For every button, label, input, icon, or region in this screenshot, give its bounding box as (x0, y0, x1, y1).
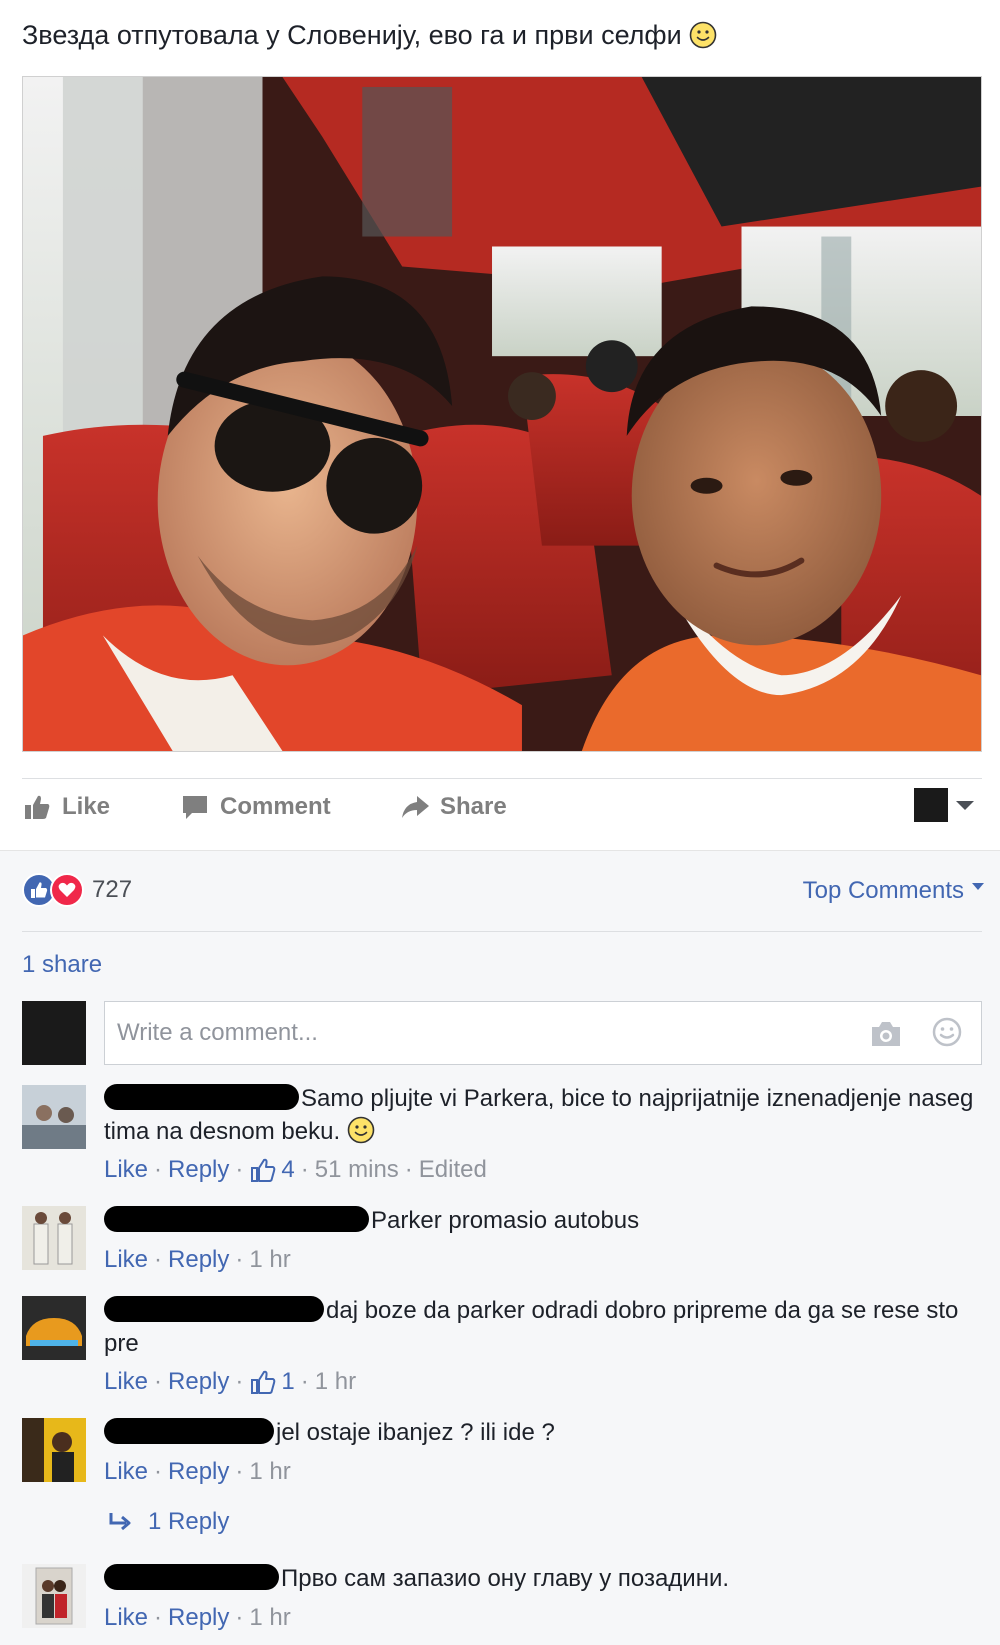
comment-text-content: jel ostaje ibanjez ? ili ide ? (276, 1419, 555, 1446)
speech-bubble-icon (183, 796, 207, 819)
comment-button[interactable]: Comment (180, 792, 331, 822)
comment-reply-link[interactable]: Reply (168, 1458, 229, 1486)
comment-like-link[interactable]: Like (104, 1604, 148, 1632)
action-bar-divider (22, 778, 982, 779)
redacted-author (104, 1296, 324, 1322)
selfie-image (23, 77, 981, 751)
comment-text-content: Parker promasio autobus (371, 1207, 640, 1234)
comment-like-count[interactable]: 1 (281, 1368, 294, 1396)
page-avatar (914, 788, 948, 822)
share-button[interactable]: Share (400, 792, 507, 822)
smiley-icon (347, 1116, 375, 1144)
share-count-link[interactable]: 1 share (22, 951, 102, 979)
comment-text: Прво сам запазио ону главу у позадини. (104, 1562, 974, 1595)
avatar (22, 1296, 86, 1360)
comment-text: Samo pljujte vi Parkera, bice to najprij… (104, 1082, 974, 1148)
comment-sort-label: Top Comments (802, 877, 964, 904)
thumbs-up-icon (25, 795, 50, 819)
reactions-summary[interactable]: 727 (22, 873, 132, 907)
comment-text: Parker promasio autobus (104, 1204, 974, 1237)
avatar (22, 1564, 86, 1628)
avatar (22, 1418, 86, 1482)
comment-like-link[interactable]: Like (104, 1368, 148, 1396)
comment-sort-dropdown[interactable]: Top Comments (803, 877, 984, 905)
comment-timestamp[interactable]: 1 hr (249, 1604, 290, 1632)
comment-like-link[interactable]: Like (104, 1458, 148, 1486)
avatar (22, 1001, 86, 1065)
comment-edited-label[interactable]: Edited (419, 1156, 487, 1184)
chevron-down-icon (972, 882, 984, 890)
comment-input[interactable] (105, 1002, 805, 1064)
comment-text: daj boze da parker odradi dobro pripreme… (104, 1294, 974, 1360)
view-replies-label: 1 Reply (148, 1508, 230, 1535)
comment-button-label: Comment (220, 793, 331, 820)
share-arrow-icon (402, 796, 429, 818)
avatar (22, 1085, 86, 1149)
reactions-divider (22, 931, 982, 932)
camera-icon[interactable] (869, 1018, 903, 1050)
comment-meta: Like · Reply · 1 hr (104, 1458, 291, 1486)
redacted-author (104, 1206, 369, 1232)
comment-timestamp[interactable]: 1 hr (249, 1246, 290, 1274)
post-photo[interactable] (22, 76, 982, 752)
comment-timestamp[interactable]: 1 hr (249, 1458, 290, 1486)
comment-timestamp[interactable]: 1 hr (315, 1368, 356, 1396)
comment-meta: Like · Reply · 1 hr (104, 1246, 291, 1274)
comment-text-content: Прво сам запазио ону главу у позадини. (281, 1565, 730, 1592)
avatar (22, 1206, 86, 1270)
comment-text: jel ostaje ibanjez ? ili ide ? (104, 1416, 974, 1449)
post-caption: Звезда отпутовала у Словенију, ево га и … (22, 20, 717, 51)
reaction-count: 727 (92, 876, 133, 903)
thumbs-up-icon[interactable] (249, 1368, 277, 1396)
redacted-author (104, 1084, 299, 1110)
comment-meta: Like · Reply · 1 · 1 hr (104, 1368, 357, 1396)
comment-timestamp[interactable]: 51 mins (315, 1156, 399, 1184)
redacted-author (104, 1564, 279, 1590)
love-reaction-icon (50, 873, 84, 907)
smiley-icon (689, 21, 717, 49)
share-button-label: Share (440, 793, 507, 820)
comment-reply-link[interactable]: Reply (168, 1156, 229, 1184)
comment-meta: Like · Reply · 1 hr (104, 1604, 291, 1632)
like-button[interactable]: Like (22, 792, 110, 822)
redacted-author (104, 1418, 274, 1444)
thumbs-up-icon[interactable] (249, 1156, 277, 1184)
comment-meta: Like · Reply · 4 · 51 mins · Edited (104, 1156, 487, 1184)
comment-reply-link[interactable]: Reply (168, 1368, 229, 1396)
post-caption-text: Звезда отпутовала у Словенију, ево га и … (22, 20, 682, 50)
view-replies-link[interactable]: 1 Reply (108, 1508, 229, 1536)
comment-reply-link[interactable]: Reply (168, 1604, 229, 1632)
chevron-down-icon (956, 800, 974, 810)
post-as-selector[interactable] (914, 788, 974, 822)
emoji-icon[interactable] (931, 1016, 963, 1048)
reply-arrow-icon (109, 1513, 131, 1531)
comment-like-link[interactable]: Like (104, 1156, 148, 1184)
comment-like-count[interactable]: 4 (281, 1156, 294, 1184)
comment-like-link[interactable]: Like (104, 1246, 148, 1274)
comment-composer (104, 1001, 982, 1065)
comment-reply-link[interactable]: Reply (168, 1246, 229, 1274)
like-button-label: Like (62, 793, 111, 820)
post-action-bar: Like Comment Share (22, 788, 982, 832)
